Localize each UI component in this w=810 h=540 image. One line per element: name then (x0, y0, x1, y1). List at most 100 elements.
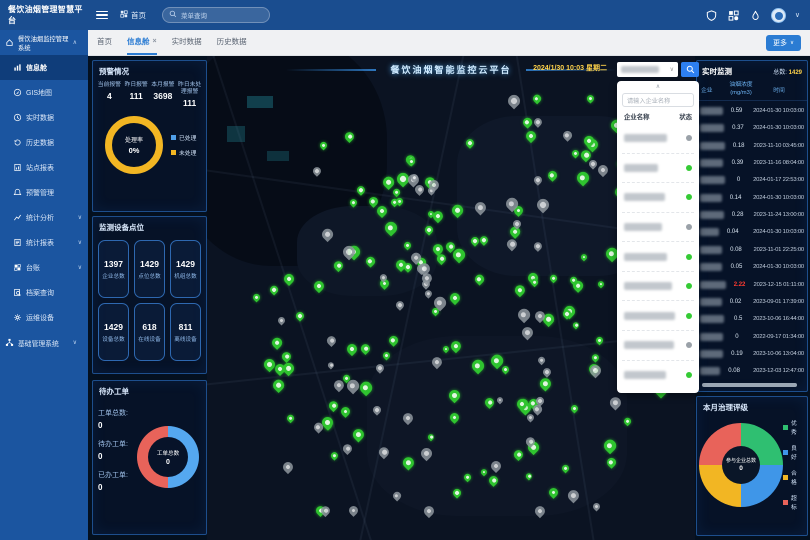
sidebar-item-11[interactable]: 运维设备 (0, 305, 88, 330)
company-list-item[interactable] (622, 301, 694, 331)
sidebar-item-4[interactable]: 历史数据 (0, 130, 88, 155)
table-row[interactable]: 0.082023-12-03 12:47:00 (700, 363, 804, 380)
table-row[interactable]: 0.282023-11-24 13:00:00 (700, 206, 804, 223)
map-pin-gray[interactable] (325, 334, 338, 347)
company-list-item[interactable] (622, 242, 694, 272)
map-pin-gray[interactable] (281, 460, 295, 474)
map-pin-green[interactable] (339, 405, 352, 418)
table-row[interactable]: 0.192023-10-06 13:04:00 (700, 345, 804, 362)
gis-icon (13, 88, 22, 97)
map-pin-green[interactable] (532, 93, 543, 104)
sidebar-item-10[interactable]: 档案查询 (0, 280, 88, 305)
analysis-icon (13, 213, 22, 222)
sidebar-item-8[interactable]: 统计报表∨ (0, 230, 88, 255)
company-list-item[interactable] (622, 213, 694, 243)
table-row[interactable]: 0.592024-01-30 10:03:00 (700, 102, 804, 119)
status-dot-green (686, 283, 692, 289)
company-list-item[interactable] (622, 124, 694, 154)
map-pin-green[interactable] (269, 284, 280, 295)
sidebar-item-3[interactable]: 实时数据 (0, 105, 88, 130)
map-pin-green[interactable] (345, 342, 359, 356)
sidebar-item-9[interactable]: 台账∨ (0, 255, 88, 280)
table-row[interactable]: 0.372024-01-30 10:03:00 (700, 119, 804, 136)
table-row[interactable]: 0.182023-11-10 03:45:00 (700, 137, 804, 154)
tab-1[interactable]: 首页 (97, 30, 112, 55)
map-pin-gray[interactable] (394, 299, 406, 311)
map-pin-green[interactable] (597, 280, 606, 289)
flame-icon[interactable] (749, 9, 762, 22)
map-pin-green[interactable] (280, 350, 293, 363)
map-pin-green[interactable] (585, 93, 595, 103)
company-name-input[interactable]: 请输入企业名称 (622, 93, 694, 107)
map-pin-gray[interactable] (591, 502, 601, 512)
sidebar-item-6[interactable]: 预警管理 (0, 180, 88, 205)
sidebar-item-1[interactable]: 信息舱 (0, 55, 88, 80)
table-row[interactable]: 2.222023-12-15 01:11:00 (700, 276, 804, 293)
map-pin-green[interactable] (329, 451, 339, 461)
table-row[interactable]: 02024-01-17 22:53:00 (700, 172, 804, 189)
concentration-value: 0.08 (720, 368, 748, 374)
map-pin-green[interactable] (473, 274, 485, 286)
tab-2[interactable]: 信息舱× (127, 30, 157, 55)
legend-label: 优秀 (791, 418, 801, 436)
company-list-item[interactable] (622, 183, 694, 213)
more-button[interactable]: 更多 ∨ (766, 35, 801, 51)
map-pin-green[interactable] (286, 413, 295, 422)
tab-4[interactable]: 历史数据 (217, 30, 247, 55)
table-row[interactable]: 0.022023-09-01 17:39:00 (700, 293, 804, 310)
table-row[interactable]: 0.142024-01-30 10:03:00 (700, 189, 804, 206)
close-icon[interactable]: × (153, 38, 157, 45)
company-list-item[interactable] (622, 154, 694, 184)
alarm-stat: 本月报警3698 (150, 82, 177, 108)
sidebar-item-2[interactable]: GIS地图 (0, 80, 88, 105)
avatar[interactable] (771, 8, 786, 23)
map-pin-green[interactable] (271, 378, 286, 393)
hamburger-menu-icon[interactable] (96, 9, 108, 21)
sidebar-item-5[interactable]: 站点报表 (0, 155, 88, 180)
menu-search-input[interactable]: 菜单查询 (162, 7, 270, 23)
timestamp: 2023-12-15 01:11:00 (754, 282, 804, 288)
map-pin-green[interactable] (387, 334, 399, 346)
table-row[interactable]: 0.082023-11-01 22:25:00 (700, 241, 804, 258)
tab-3[interactable]: 实时数据 (172, 30, 202, 55)
horizontal-scrollbar[interactable] (702, 383, 797, 387)
sidebar-system-header[interactable]: 餐饮油烟监控管理系统∧ (0, 30, 88, 55)
map-pin-green[interactable] (270, 336, 284, 350)
sidebar-item-label: 统计分析 (26, 213, 54, 223)
table-row[interactable]: 0.392023-11-16 08:04:00 (700, 154, 804, 171)
map-pin-green[interactable] (251, 293, 261, 303)
map-pin-gray[interactable] (506, 92, 523, 109)
table-row[interactable]: 0.52023-10-06 16:44:00 (700, 311, 804, 328)
map-pin-gray[interactable] (515, 306, 531, 322)
map-pin-gray[interactable] (326, 360, 335, 369)
company-search-button[interactable] (681, 62, 699, 77)
collapse-caret-icon[interactable]: ∧ (622, 83, 694, 91)
apps-icon[interactable] (727, 9, 740, 22)
company-name-blurred (700, 142, 725, 150)
map-building (247, 96, 273, 108)
map-pin-green[interactable] (513, 282, 528, 297)
company-list-item[interactable] (622, 361, 694, 390)
table-row[interactable]: 0.052024-01-30 10:03:00 (700, 258, 804, 275)
map-pin-gray[interactable] (424, 289, 435, 300)
map-pin-green[interactable] (448, 291, 462, 305)
map-pin-green[interactable] (359, 342, 372, 355)
company-select[interactable]: ∨ (617, 62, 678, 77)
company-list-item[interactable] (622, 272, 694, 302)
shield-icon[interactable] (705, 9, 718, 22)
status-dot-gray (686, 342, 692, 348)
map-pin-gray[interactable] (276, 316, 286, 326)
table-row[interactable]: 02022-09-17 01:34:00 (700, 328, 804, 345)
sidebar-item-label: 信息舱 (26, 63, 47, 73)
topbar-actions: ∨ (705, 8, 810, 23)
topbar-home-tab[interactable]: 首页 (120, 10, 146, 21)
map-pin-green[interactable] (572, 321, 581, 330)
sidebar-item-base-system[interactable]: 基础管理系统∨ (0, 330, 88, 355)
table-row[interactable]: 0.042024-01-30 10:03:00 (700, 224, 804, 241)
chevron-down-icon[interactable]: ∨ (795, 11, 800, 19)
concentration-value: 0.04 (719, 229, 747, 235)
legend-item: 合格 (783, 468, 801, 486)
company-list-item[interactable] (622, 331, 694, 361)
map-pin-green[interactable] (351, 426, 367, 442)
sidebar-item-7[interactable]: 统计分析∨ (0, 205, 88, 230)
